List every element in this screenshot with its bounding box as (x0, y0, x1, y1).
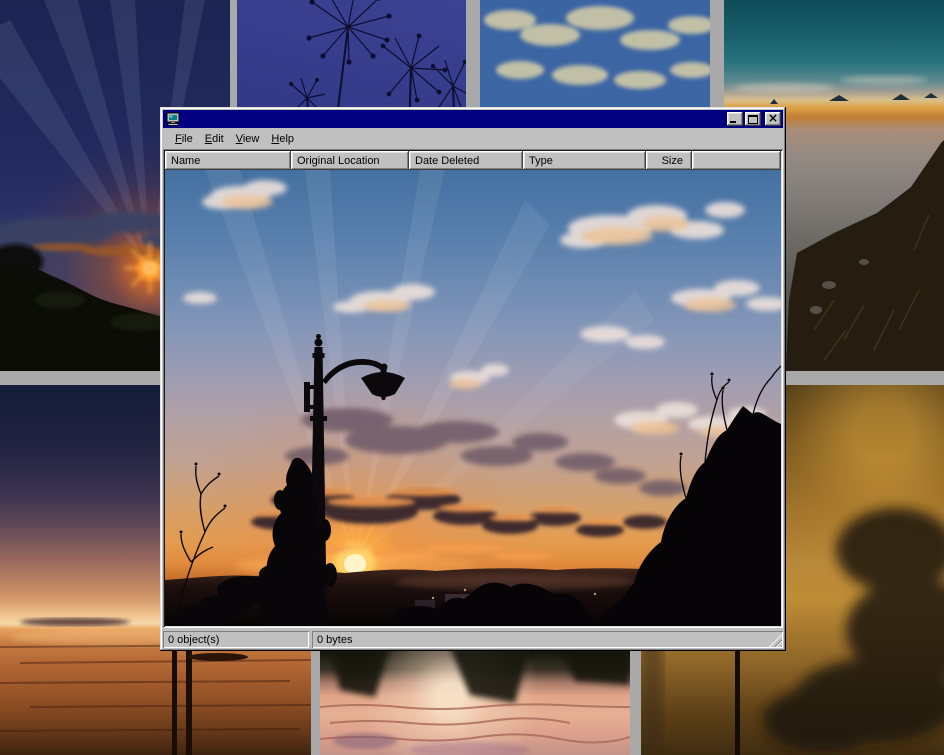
recycle-bin-window: × File Edit View Help Name Original Loca… (160, 107, 786, 651)
column-headers: Name Original Location Date Deleted Type… (165, 151, 781, 170)
maximize-icon (748, 115, 758, 124)
status-bytes: 0 bytes (312, 631, 783, 648)
menu-file[interactable]: File (170, 131, 198, 147)
desktop: { "desktop": { "background_color": "#a9a… (0, 0, 944, 755)
minimize-button[interactable] (727, 112, 743, 126)
list-view: Name Original Location Date Deleted Type… (163, 149, 783, 628)
menu-edit[interactable]: Edit (200, 131, 229, 147)
column-header-size[interactable]: Size (646, 151, 692, 170)
maximize-button[interactable] (745, 112, 761, 126)
column-header-name[interactable]: Name (165, 151, 291, 170)
column-header-type[interactable]: Type (523, 151, 646, 170)
close-icon: × (765, 112, 781, 125)
column-header-original-location[interactable]: Original Location (291, 151, 409, 170)
list-content-area[interactable] (165, 170, 781, 626)
minimize-icon (730, 121, 736, 123)
close-button[interactable]: × (765, 112, 781, 126)
column-header-date-deleted[interactable]: Date Deleted (409, 151, 523, 170)
menu-bar: File Edit View Help (163, 128, 783, 149)
menu-help[interactable]: Help (266, 131, 299, 147)
title-bar[interactable]: × (163, 110, 783, 128)
status-objects: 0 object(s) (163, 631, 309, 648)
sunset-streetlamp-photo (165, 170, 781, 626)
computer-icon (166, 112, 180, 126)
status-bar: 0 object(s) 0 bytes (163, 631, 783, 648)
sunset-streetlamp-art (165, 170, 781, 626)
column-header-filler[interactable] (692, 151, 781, 170)
menu-view[interactable]: View (231, 131, 265, 147)
